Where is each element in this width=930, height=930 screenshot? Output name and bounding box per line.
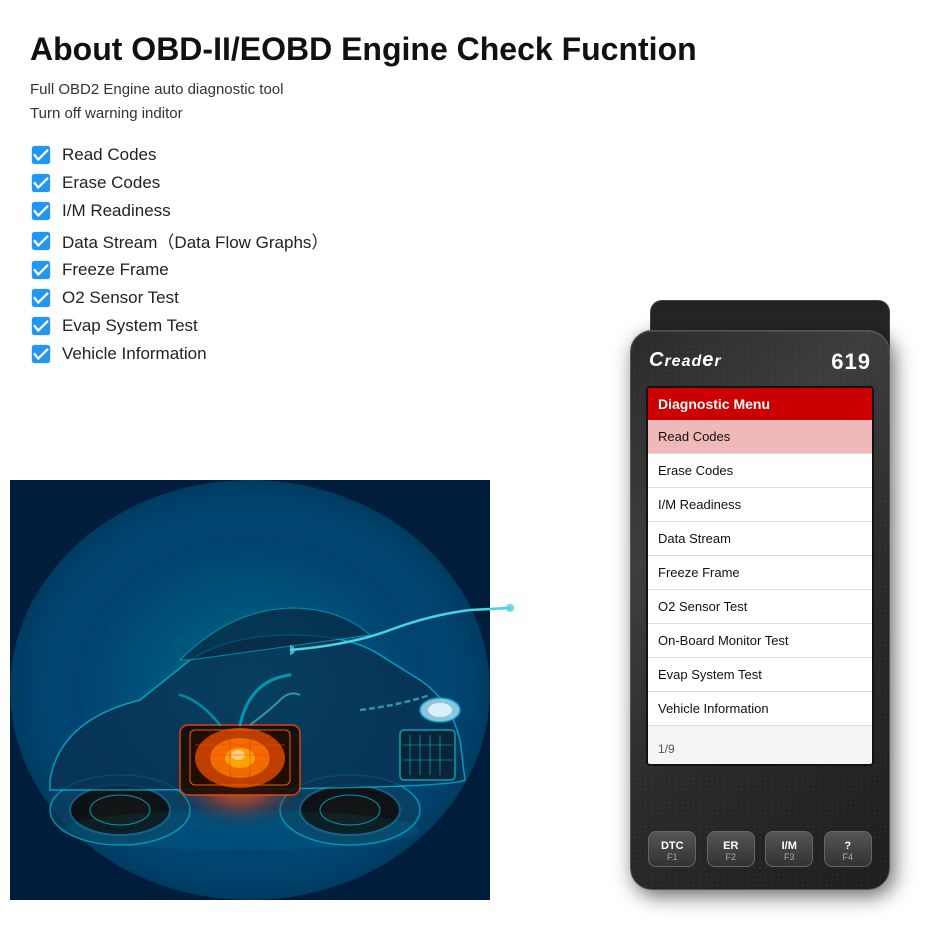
screen-header: Diagnostic Menu (648, 388, 872, 420)
screen-menu-item-o2-sensor[interactable]: O2 Sensor Test (648, 590, 872, 624)
main-container: About OBD-II/EOBD Engine Check Fucntion … (0, 0, 930, 930)
check-icon (30, 343, 52, 365)
feature-item-freeze-frame: Freeze Frame (30, 259, 900, 281)
screen-menu-item-onboard-monitor[interactable]: On-Board Monitor Test (648, 624, 872, 658)
check-icon (30, 144, 52, 166)
device-model: 619 (831, 349, 871, 375)
check-icon (30, 230, 52, 252)
feature-item-read-codes: Read Codes (30, 144, 900, 166)
device-buttons: DTC F1 ER F2 I/M F3 ? F4 (646, 831, 874, 867)
feature-item-erase-codes: Erase Codes (30, 172, 900, 194)
device-body: Creader 619 Diagnostic Menu Read Codes E… (630, 330, 890, 890)
check-icon (30, 172, 52, 194)
subtitle-line-1: Full OBD2 Engine auto diagnostic tool (30, 78, 900, 102)
device-logo: Creader (649, 349, 722, 372)
device-btn-dtc[interactable]: DTC F1 (648, 831, 696, 867)
device-screen: Diagnostic Menu Read Codes Erase Codes I… (646, 386, 874, 766)
screen-menu-item-data-stream[interactable]: Data Stream (648, 522, 872, 556)
check-icon (30, 200, 52, 222)
device-logo-text: Creader (649, 353, 722, 370)
page-title: About OBD-II/EOBD Engine Check Fucntion (30, 30, 900, 68)
check-icon (30, 315, 52, 337)
screen-menu-item-read-codes[interactable]: Read Codes (648, 420, 872, 454)
subtitle-block: Full OBD2 Engine auto diagnostic tool Tu… (30, 78, 900, 126)
device-btn-im[interactable]: I/M F3 (765, 831, 813, 867)
screen-menu-item-freeze-frame[interactable]: Freeze Frame (648, 556, 872, 590)
screen-menu-item-evap-system[interactable]: Evap System Test (648, 658, 872, 692)
bottom-section: Creader 619 Diagnostic Menu Read Codes E… (0, 450, 930, 930)
car-illustration (10, 480, 490, 900)
device: Creader 619 Diagnostic Menu Read Codes E… (630, 330, 910, 910)
check-icon (30, 259, 52, 281)
device-btn-help[interactable]: ? F4 (824, 831, 872, 867)
screen-menu-item-im-readiness[interactable]: I/M Readiness (648, 488, 872, 522)
screen-page-indicator: 1/9 (658, 742, 675, 756)
feature-item-im-readiness: I/M Readiness (30, 200, 900, 222)
screen-menu-item-vehicle-info[interactable]: Vehicle Information (648, 692, 872, 726)
device-btn-er[interactable]: ER F2 (707, 831, 755, 867)
check-icon (30, 287, 52, 309)
subtitle-line-2: Turn off warning inditor (30, 102, 900, 126)
feature-item-data-stream: Data Stream（Data Flow Graphs） (30, 228, 900, 253)
screen-menu-item-erase-codes[interactable]: Erase Codes (648, 454, 872, 488)
